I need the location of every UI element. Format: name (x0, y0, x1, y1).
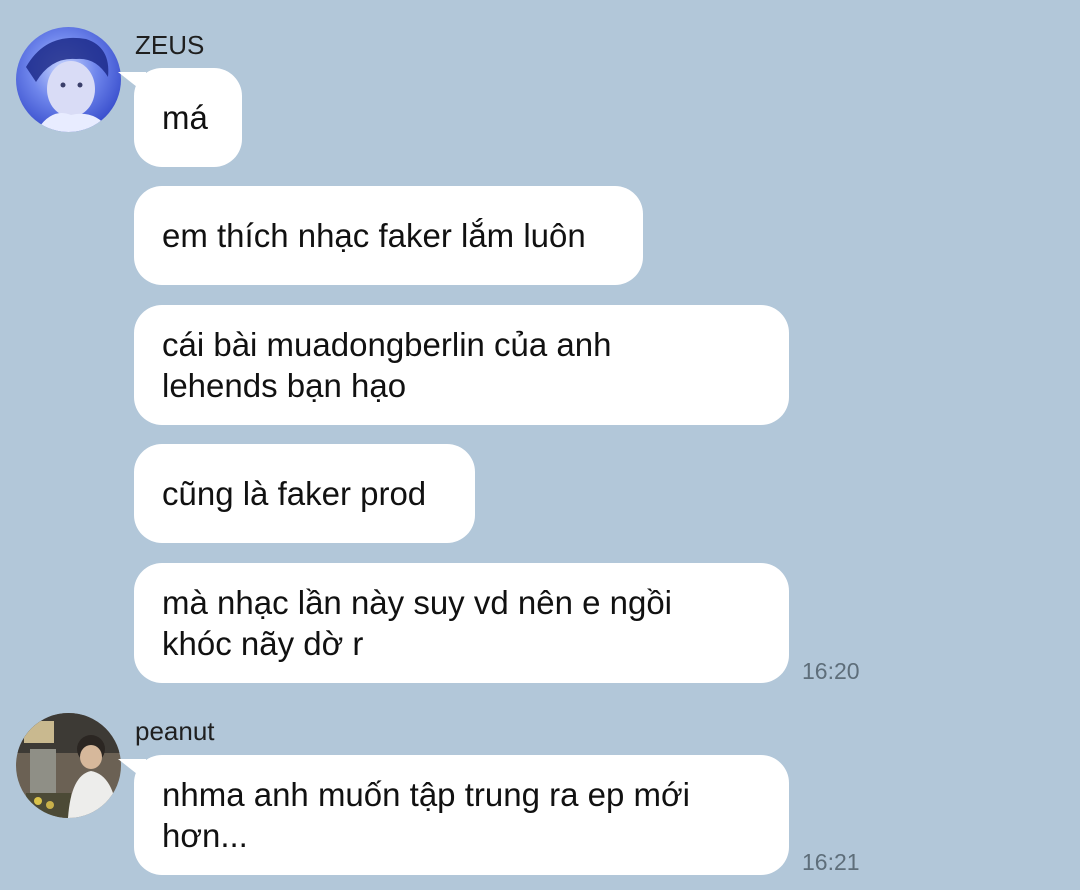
message-text: cũng là faker prod (162, 475, 427, 512)
message-line: khóc nãy dờ r (162, 625, 364, 662)
message-text: em thích nhạc faker lắm luôn (162, 217, 586, 254)
peanut-avatar[interactable] (16, 713, 121, 818)
message-bubble[interactable]: má (134, 68, 242, 167)
zeus-avatar[interactable] (16, 27, 121, 132)
message-text: má (162, 99, 208, 136)
sender-name-peanut: peanut (135, 716, 215, 746)
message-line: cái bài muadongberlin của anh (162, 326, 612, 363)
message-bubble[interactable]: nhma anh muốn tập trung ra ep mới hơn... (134, 755, 789, 875)
message-bubble[interactable]: cũng là faker prod (134, 444, 475, 543)
peanut-avatar-image (16, 713, 121, 818)
zeus-avatar-image (16, 27, 121, 132)
message-bubble[interactable]: mà nhạc lần này suy vd nên e ngồi khóc n… (134, 563, 789, 683)
message-line: lehends bạn hạo (162, 367, 407, 404)
message-bubble[interactable]: cái bài muadongberlin của anh lehends bạ… (134, 305, 789, 425)
message-text: cái bài muadongberlin của anh lehends bạ… (162, 324, 611, 406)
sender-name-zeus: ZEUS (135, 30, 205, 60)
message-line: mà nhạc lần này suy vd nên e ngồi (162, 584, 673, 621)
timestamp: 16:21 (802, 849, 860, 875)
timestamp: 16:20 (802, 658, 860, 684)
message-line: nhma anh muốn tập trung ra ep mới (162, 776, 690, 813)
message-bubble[interactable]: em thích nhạc faker lắm luôn (134, 186, 643, 285)
message-text: nhma anh muốn tập trung ra ep mới hơn... (162, 774, 690, 856)
message-line: hơn... (162, 817, 248, 854)
message-text: mà nhạc lần này suy vd nên e ngồi khóc n… (162, 582, 672, 664)
